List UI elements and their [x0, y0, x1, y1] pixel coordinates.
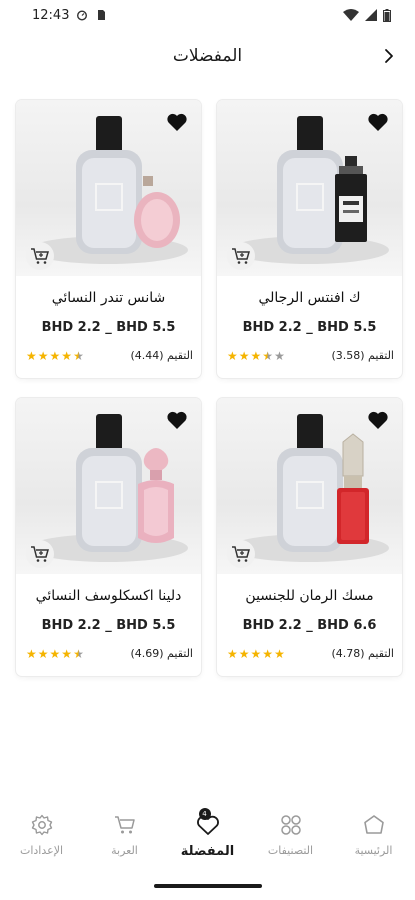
product-price: BHD 2.2 _ BHD 5.5	[242, 320, 377, 335]
page-title: المفضلات	[172, 46, 243, 66]
product-image	[217, 100, 402, 276]
star-icon: ★	[227, 646, 238, 661]
product-card[interactable]: ك افنتس الرجالي BHD 2.2 _ BHD 5.5 التقيم…	[217, 100, 402, 378]
favorite-button[interactable]	[165, 408, 189, 432]
star-icon: ★	[238, 646, 250, 661]
nav-label-favorites: المفضلة	[180, 844, 235, 859]
add-to-cart-button[interactable]	[227, 242, 255, 270]
heart-filled-icon	[167, 113, 187, 131]
wifi-icon	[343, 9, 359, 21]
nav-label-cart: العربة	[111, 844, 138, 857]
status-bar: 12:43	[0, 0, 415, 30]
product-card[interactable]: دلينا اكسكلوسف النسائي BHD 2.2 _ BHD 5.5…	[16, 398, 201, 676]
favorites-grid: ك افنتس الرجالي BHD 2.2 _ BHD 5.5 التقيم…	[16, 100, 402, 676]
rating-label: التقيم (4.78)	[331, 647, 394, 660]
star-icon: ★	[227, 348, 238, 363]
product-name: مسك الرمان للجنسين	[245, 588, 374, 604]
add-to-cart-button[interactable]	[227, 540, 255, 568]
star-icon: ★	[250, 348, 262, 363]
rating-stars: ★ ★ ★ ★ ★	[227, 350, 285, 362]
star-icon: ★	[26, 348, 37, 363]
cart-add-icon	[232, 546, 250, 562]
star-icon: ★	[61, 348, 73, 363]
favorite-button[interactable]	[165, 110, 189, 134]
add-to-cart-button[interactable]	[26, 540, 54, 568]
rating-stars: ★ ★ ★ ★ ★	[26, 350, 84, 362]
back-button[interactable]	[377, 44, 401, 68]
nav-item-categories[interactable]: التصنيفات	[249, 812, 332, 872]
product-card[interactable]: شانس تندر النسائي BHD 2.2 _ BHD 5.5 التق…	[16, 100, 201, 378]
star-icon: ★	[26, 646, 37, 661]
product-name: شانس تندر النسائي	[51, 290, 166, 306]
star-icon: ★	[238, 348, 250, 363]
heart-filled-icon	[368, 113, 388, 131]
product-price: BHD 2.2 _ BHD 5.5	[41, 320, 176, 335]
product-price: BHD 2.2 _ BHD 5.5	[41, 618, 176, 633]
cart-icon	[112, 812, 138, 838]
favorite-button[interactable]	[366, 110, 390, 134]
favorites-count-badge: 4	[198, 808, 211, 820]
star-icon: ★	[262, 646, 274, 661]
favorite-button[interactable]	[366, 408, 390, 432]
product-price: BHD 2.2 _ BHD 6.6	[242, 618, 377, 633]
product-card[interactable]: مسك الرمان للجنسين BHD 2.2 _ BHD 6.6 الت…	[217, 398, 402, 676]
star-icon: ★	[37, 646, 49, 661]
product-name: دلينا اكسكلوسف النسائي	[35, 588, 182, 604]
star-icon: ★	[274, 646, 285, 661]
home-icon	[361, 812, 387, 838]
rating-label: التقيم (3.58)	[331, 349, 394, 362]
heart-filled-icon	[167, 411, 187, 429]
product-image	[16, 398, 201, 574]
star-icon: ★	[73, 348, 84, 363]
battery-icon	[383, 8, 391, 22]
status-time: 12:43	[32, 7, 70, 23]
rating-stars: ★ ★ ★ ★ ★	[227, 648, 285, 660]
nav-item-home[interactable]: الرئيسية	[332, 812, 415, 872]
product-rating: التقيم (3.58) ★ ★ ★ ★ ★	[227, 349, 394, 362]
product-image	[217, 398, 402, 574]
product-image	[16, 100, 201, 276]
nav-item-favorites[interactable]: 4 المفضلة	[166, 808, 249, 872]
star-icon: ★	[262, 348, 274, 363]
star-icon: ★	[274, 348, 285, 363]
star-icon: ★	[73, 646, 84, 661]
bottom-navigation: الرئيسية التصنيفات 4 المفضلة العربة الإع…	[0, 808, 415, 872]
star-icon: ★	[250, 646, 262, 661]
chevron-right-icon	[385, 49, 393, 63]
categories-icon	[278, 812, 304, 838]
nav-label-settings: الإعدادات	[19, 844, 64, 857]
nav-label-categories: التصنيفات	[267, 844, 314, 857]
rating-label: التقيم (4.69)	[130, 647, 193, 660]
status-left: 12:43	[32, 8, 107, 23]
product-rating: التقيم (4.44) ★ ★ ★ ★ ★	[26, 349, 193, 362]
settings-icon	[29, 812, 55, 838]
nav-item-settings[interactable]: الإعدادات	[0, 812, 83, 872]
star-icon: ★	[61, 646, 73, 661]
app-header: المفضلات	[0, 38, 415, 76]
star-icon: ★	[49, 348, 61, 363]
nav-label-home: الرئيسية	[354, 844, 393, 857]
status-right	[343, 8, 391, 22]
signal-icon	[365, 9, 377, 21]
product-name: ك افنتس الرجالي	[258, 290, 361, 306]
heart-filled-icon	[368, 411, 388, 429]
home-indicator	[154, 884, 262, 888]
nav-item-cart[interactable]: العربة	[83, 812, 166, 872]
alarm-icon	[77, 10, 88, 21]
rating-stars: ★ ★ ★ ★ ★	[26, 648, 84, 660]
star-icon: ★	[37, 348, 49, 363]
cart-add-icon	[232, 248, 250, 264]
star-icon: ★	[49, 646, 61, 661]
heart-icon: 4	[195, 808, 221, 838]
add-to-cart-button[interactable]	[26, 242, 54, 270]
cart-add-icon	[31, 248, 49, 264]
sim-icon	[98, 10, 106, 20]
cart-add-icon	[31, 546, 49, 562]
rating-label: التقيم (4.44)	[130, 349, 193, 362]
product-rating: التقيم (4.78) ★ ★ ★ ★ ★	[227, 647, 394, 660]
product-rating: التقيم (4.69) ★ ★ ★ ★ ★	[26, 647, 193, 660]
